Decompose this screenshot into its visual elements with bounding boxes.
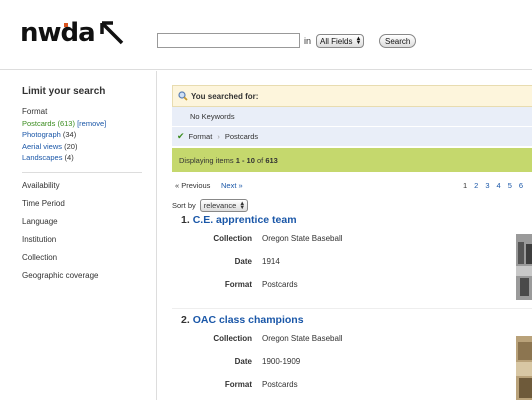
- result-thumbnail[interactable]: [516, 336, 532, 400]
- displaying-range: 1 - 10: [235, 155, 255, 165]
- sort-by-control: Sort by relevance ▲ ▼: [172, 199, 249, 212]
- no-keywords-row: No Keywords: [172, 107, 532, 127]
- result-date-value: 1900-1909: [262, 357, 301, 366]
- limit-search-title: Limit your search: [22, 86, 106, 97]
- result-item: 1. C.E. apprentice team Collection Orego…: [172, 214, 532, 310]
- page-link[interactable]: 6: [519, 181, 523, 190]
- sidebar: Limit your search Format Postcards (613)…: [0, 71, 157, 400]
- result-format-value: Postcards: [262, 280, 298, 289]
- result-format-label: Format: [224, 380, 252, 389]
- facet-item-aerial-views: Aerial views (20): [22, 142, 77, 151]
- result-title: 2. OAC class champions: [181, 314, 304, 326]
- result-collection-label: Collection: [213, 334, 252, 343]
- filter-value-label: Postcards: [224, 132, 259, 141]
- displaying-total: 613: [265, 155, 278, 165]
- result-date-label: Date: [234, 357, 252, 366]
- result-title-link[interactable]: C.E. apprentice team: [193, 214, 297, 226]
- checkmark-icon[interactable]: ✔: [177, 131, 185, 142]
- search-field-select-value: All Fields: [320, 36, 353, 46]
- result-format-value: Postcards: [262, 380, 298, 389]
- displaying-prefix: Displaying items: [179, 155, 234, 165]
- page-link[interactable]: 4: [497, 181, 501, 190]
- facet-item-postcards: Postcards (613) [remove]: [22, 119, 106, 128]
- searched-for-label: You searched for:: [191, 91, 259, 101]
- page-link-current: 1: [463, 181, 468, 190]
- logo-accent-dot: [64, 23, 68, 27]
- logo-text: nwda: [20, 18, 96, 48]
- sort-by-label: Sort by: [172, 201, 196, 210]
- searched-for-bar: You searched for:: [172, 85, 532, 107]
- filter-separator: ›: [217, 132, 220, 141]
- result-number: 1.: [181, 214, 190, 226]
- select-updown-icon: ▲ ▼: [239, 200, 246, 211]
- facet-item-count: (4): [64, 153, 74, 162]
- result-item: 2. OAC class champions Collection Oregon…: [172, 314, 532, 400]
- site-logo[interactable]: nwda: [20, 20, 125, 46]
- search-magnifier-icon: [178, 91, 188, 101]
- facet-heading-availability[interactable]: Availability: [22, 181, 60, 190]
- facet-item-landscapes: Landscapes (4): [22, 153, 74, 162]
- facet-remove-link[interactable]: [remove]: [77, 119, 106, 128]
- facet-heading-geographic-coverage[interactable]: Geographic coverage: [22, 271, 99, 280]
- result-thumbnail[interactable]: [516, 234, 532, 300]
- result-format-label: Format: [224, 280, 252, 289]
- page-links: 1 2 3 4 5 6: [463, 181, 523, 190]
- result-number: 2.: [181, 314, 190, 326]
- search-button[interactable]: Search: [379, 34, 417, 48]
- main-content: You searched for: No Keywords ✔ Format ›…: [158, 71, 532, 400]
- sort-select-value: relevance: [203, 201, 237, 210]
- result-collection-value: Oregon State Baseball: [262, 234, 343, 243]
- result-title-link[interactable]: OAC class champions: [193, 314, 304, 326]
- facet-item-count: (613): [57, 119, 75, 128]
- sidebar-divider: [22, 172, 142, 173]
- previous-page-link: « Previous: [175, 181, 211, 190]
- no-keywords-text: No Keywords: [190, 112, 235, 121]
- displaying-items-bar: Displaying items 1 - 10 of 613: [172, 148, 532, 172]
- facet-item-photograph: Photograph (34): [22, 130, 76, 139]
- sort-select[interactable]: relevance ▲ ▼: [199, 199, 249, 212]
- facet-item-label[interactable]: Aerial views: [22, 142, 62, 151]
- search-field-select[interactable]: All Fields ▲ ▼: [316, 34, 365, 48]
- select-updown-icon: ▲ ▼: [355, 36, 362, 46]
- logo-arrow-icon: [99, 21, 123, 45]
- result-date-value: 1914: [262, 257, 280, 266]
- result-collection-label: Collection: [213, 234, 252, 243]
- facet-item-label[interactable]: Landscapes: [22, 153, 62, 162]
- facet-heading-time-period[interactable]: Time Period: [22, 199, 65, 208]
- result-date-label: Date: [234, 257, 252, 266]
- result-divider: [172, 308, 532, 309]
- facet-item-count: (20): [64, 142, 78, 151]
- result-title: 1. C.E. apprentice team: [181, 214, 297, 226]
- page-link[interactable]: 2: [474, 181, 478, 190]
- facet-item-label[interactable]: Photograph: [22, 130, 61, 139]
- filter-field-label: Format: [188, 132, 213, 141]
- facet-heading-format[interactable]: Format: [22, 107, 47, 116]
- facet-heading-collection[interactable]: Collection: [22, 253, 57, 262]
- page-link[interactable]: 3: [485, 181, 489, 190]
- facet-heading-institution[interactable]: Institution: [22, 235, 56, 244]
- page-link[interactable]: 5: [508, 181, 512, 190]
- facet-item-label[interactable]: Postcards: [22, 119, 55, 128]
- facet-item-count: (34): [62, 130, 77, 139]
- result-collection-value: Oregon State Baseball: [262, 334, 343, 343]
- filter-row-format: ✔ Format › Postcards: [172, 127, 532, 147]
- search-in-label: in: [304, 36, 312, 46]
- next-page-link[interactable]: Next »: [221, 181, 243, 190]
- search-input[interactable]: [157, 33, 300, 48]
- header: nwda in All Fields ▲ ▼ Search: [0, 0, 532, 70]
- facet-heading-language[interactable]: Language: [22, 217, 58, 226]
- displaying-of: of: [256, 155, 264, 165]
